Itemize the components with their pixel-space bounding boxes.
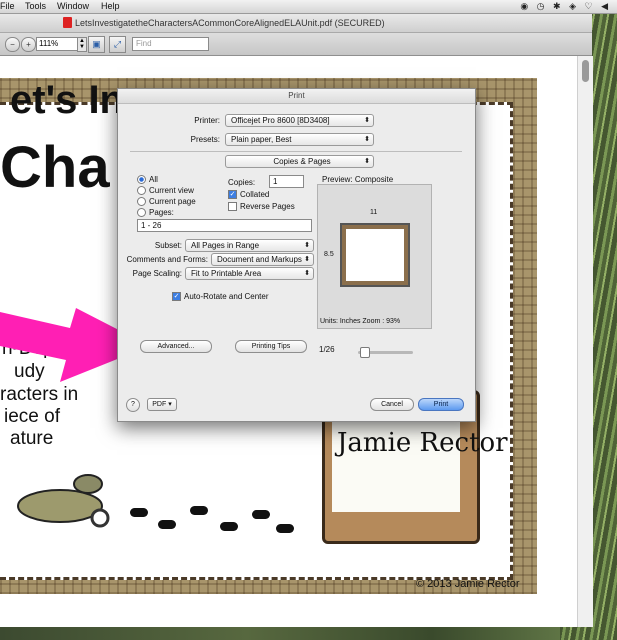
pdf-menu-button[interactable]: PDF ▾ [147,398,177,411]
save-icon[interactable]: ▣ [88,36,105,53]
printer-select[interactable]: Officejet Pro 8600 [8D3408] ⬍ [225,114,374,127]
range-current-view-radio[interactable] [137,186,146,195]
range-current-page-label: Current page [149,197,196,206]
auto-rotate-label: Auto-Rotate and Center [184,292,269,301]
doc-desc-line: iece of [4,406,60,427]
comments-select[interactable]: Document and Markups ⬍ [211,253,314,266]
print-button[interactable]: Print [418,398,464,411]
menu-tools[interactable]: Tools [25,1,46,11]
preview-label: Preview: Composite [322,175,394,184]
menu-file[interactable]: File [0,1,15,11]
footprint-icon [276,524,294,533]
range-pages-radio[interactable] [137,208,146,217]
auto-rotate-checkbox[interactable]: ✓ [172,292,181,301]
footprint-icon [158,520,176,529]
range-all-radio[interactable] [137,175,146,184]
presets-label: Presets: [190,135,220,144]
toolbar: − + 111% ▲ ▼ ▣ ⤢ Find [0,33,592,56]
footprint-icon [220,522,238,531]
copyright-text: © 2013 Jamie Rector [416,578,520,590]
dialog-title: Print [118,89,475,104]
section-select[interactable]: Copies & Pages ⬍ [225,155,374,168]
zoom-stepper[interactable]: ▲ ▼ [77,37,87,52]
preview-height-label: 8.5 [324,251,334,258]
cancel-button[interactable]: Cancel [370,398,414,411]
range-current-page-radio[interactable] [137,197,146,206]
window-titlebar: LetsInvestigatetheCharactersACommonCoreA… [0,14,592,33]
scaling-select[interactable]: Fit to Printable Area ⬍ [185,267,314,280]
reverse-pages-label: Reverse Pages [240,202,295,211]
range-pages-label: Pages: [149,208,174,217]
author-name: Jamie Rector [337,428,508,458]
printing-tips-button[interactable]: Printing Tips [235,340,307,353]
help-button[interactable]: ? [126,398,140,412]
preview-thumbnail [340,223,410,287]
menu-window[interactable]: Window [57,1,89,11]
copies-label: Copies: [228,178,256,187]
divider [130,151,462,152]
footprint-icon [252,510,270,519]
doc-desc-line: ature [10,428,54,449]
advanced-button[interactable]: Advanced... [140,340,212,353]
menu-help[interactable]: Help [101,1,120,11]
copies-input[interactable]: 1 [269,175,304,188]
collated-checkbox[interactable]: ✓ [228,190,237,199]
status-tray-icons[interactable]: ◉ ◷ ✱ ◈ ♡ ◀ [520,1,611,12]
zoom-out-icon[interactable]: − [5,37,20,52]
doc-title-line2: Cha [0,135,110,200]
range-all-label: All [149,175,158,184]
menu-bar: File Tools Window Help ◉ ◷ ✱ ◈ ♡ ◀ [0,0,617,14]
print-dialog: Print Printer: Officejet Pro 8600 [8D340… [117,88,476,422]
comments-label: Comments and Forms: [126,255,208,264]
page-slider-knob[interactable] [360,347,370,358]
preview-width-label: 11 [370,209,378,216]
collated-label: Collated [240,190,270,199]
subset-select[interactable]: All Pages in Range ⬍ [185,239,314,252]
print-preview: 11 8.5 Units: Inches Zoom : 93% [317,184,432,329]
subset-label: Subset: [154,241,182,250]
preview-units-label: Units: Inches Zoom : 93% [320,318,401,325]
scroll-thumb[interactable] [582,60,589,82]
range-current-view-label: Current view [149,186,194,195]
find-input[interactable]: Find [132,37,209,51]
page-counter: 1/26 [319,345,335,354]
footprint-icon [190,506,208,515]
pdf-file-icon [63,17,72,28]
printer-label: Printer: [194,116,220,125]
vertical-scrollbar[interactable] [577,56,593,627]
window-title: LetsInvestigatetheCharactersACommonCoreA… [75,18,385,28]
footprint-icon [130,508,148,517]
pages-input[interactable]: 1 - 26 [137,219,312,232]
zoom-in-icon[interactable]: + [21,37,36,52]
zoom-field[interactable]: 111% [36,37,78,51]
presets-select[interactable]: Plain paper, Best ⬍ [225,133,374,146]
reverse-pages-checkbox[interactable] [228,202,237,211]
detective-illustration [17,474,110,528]
scaling-label: Page Scaling: [132,269,182,278]
fit-page-icon[interactable]: ⤢ [109,36,126,53]
doc-title-line1: et's In [10,78,124,122]
